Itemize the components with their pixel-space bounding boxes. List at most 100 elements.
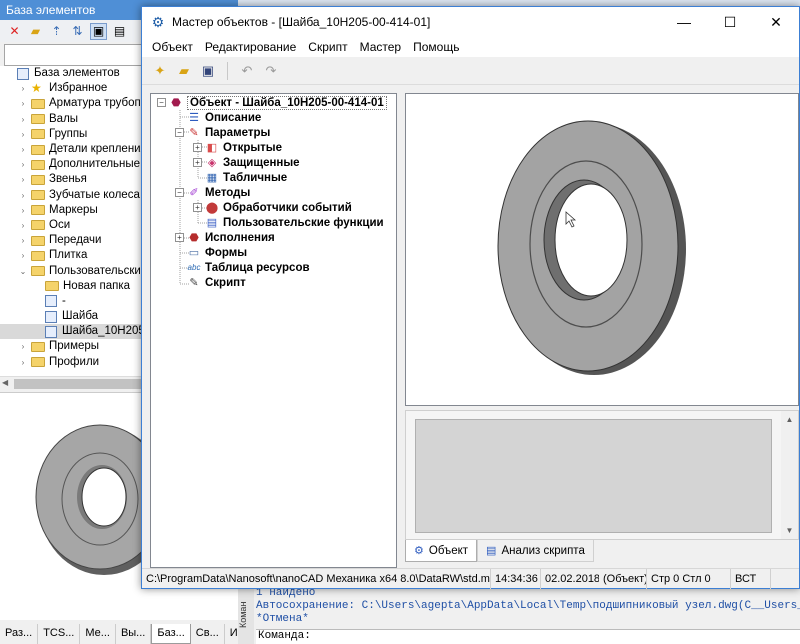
chevron-down-icon[interactable]: ⌄ [18,264,28,279]
tree-item-label: Открытые [223,141,283,154]
collapse-toggle[interactable]: − [175,128,184,137]
title-bar[interactable]: ⚙ Мастер объектов - [Шайба_10Н205-00-414… [142,7,799,37]
new-object-icon[interactable]: ✦ [150,61,170,81]
tree-item-label: Методы [205,186,251,199]
tree-item-script[interactable]: ✎ Скрипт [187,275,245,290]
panel-bottom-tabs: Раз...TCS...Ме...Вы...Баз...Св...Ист... [0,624,263,644]
tree-item-label: Дополнительные ба [49,158,156,171]
command-line: *Отмена* [256,613,309,625]
tree-item-event-handlers[interactable]: + ⬤ Обработчики событий [193,200,352,215]
undo-icon[interactable]: ↶ [237,61,257,81]
expand-toggle[interactable]: + [193,143,202,152]
tree-item-tabular-parameters[interactable]: ▦ Табличные [205,170,287,185]
collapse-toggle[interactable]: − [157,98,166,107]
move-up-icon[interactable]: ⇡ [48,23,65,40]
tab-label: Анализ скрипта [501,544,585,557]
preview-mode-icon[interactable]: ▤ [111,23,128,40]
scroll-down-icon[interactable]: ▼ [781,522,798,539]
washer-3d-image [497,120,686,375]
collapse-toggle[interactable]: − [175,188,184,197]
panel-tab[interactable]: Раз... [0,624,39,644]
folder-icon [31,341,45,352]
tree-item-description[interactable]: ☰ Описание [187,110,261,125]
panel-tab[interactable]: TCS... [38,624,81,644]
minimize-button[interactable]: — [661,7,707,37]
chevron-right-icon[interactable]: › [18,339,28,354]
scroll-left-icon[interactable]: ◀ [2,378,8,387]
command-input[interactable]: Команда: [256,629,800,644]
object-info-area [415,419,772,533]
folder-icon [31,235,45,246]
view-mode-icon[interactable]: ▣ [90,22,107,40]
open-folder-icon[interactable]: ▰ [174,61,194,81]
menu-script[interactable]: Скрипт [302,38,353,56]
vertical-scrollbar[interactable]: ▲ ▼ [781,411,798,539]
folder-icon [31,174,45,185]
save-icon[interactable]: ▣ [198,61,218,81]
command-line-area: Коман 1 найдено Автосохранение: C:\Users… [238,585,800,644]
chevron-right-icon[interactable]: › [18,127,28,142]
tree-item-label: Зубчатые колеса [49,188,140,201]
chevron-right-icon[interactable]: › [18,233,28,248]
folder-icon [31,114,45,125]
tree-item-root[interactable]: − ⬣ Объект - Шайба_10Н205-00-414-01 [157,95,387,110]
panel-tab[interactable]: Баз... [151,624,191,644]
redo-icon[interactable]: ↷ [261,61,281,81]
panel-tab[interactable]: Ме... [80,624,116,644]
chevron-right-icon[interactable]: › [18,142,28,157]
panel-tab[interactable]: Св... [191,624,225,644]
tree-item-label: База элементов [34,67,120,80]
folder-icon [31,98,45,109]
chevron-right-icon[interactable]: › [18,81,28,96]
chevron-right-icon[interactable]: › [18,96,28,111]
tree-item-forms[interactable]: ▭ Формы [187,245,247,260]
tab-object[interactable]: ⚙ Объект [405,540,478,562]
tab-script-analysis[interactable]: ▤ Анализ скрипта [477,540,594,562]
delete-icon[interactable]: ✕ [6,23,23,40]
status-time: 14:34:36 [491,568,541,589]
tree-item-user-functions[interactable]: ▤ Пользовательские функции [205,215,384,230]
chevron-right-icon[interactable]: › [18,172,28,187]
model-3d-viewer[interactable] [405,93,799,406]
command-history: 1 найдено Автосохранение: C:\Users\agept… [256,587,800,626]
chevron-right-icon[interactable]: › [18,248,28,263]
expand-toggle[interactable]: + [175,233,184,242]
scroll-up-icon[interactable]: ▲ [781,411,798,428]
window-title: Мастер объектов - [Шайба_10Н205-00-414-0… [172,15,431,29]
tree-item-executions[interactable]: + ⬣ Исполнения [175,230,275,245]
parameters-icon: ✎ [189,127,199,139]
menu-object[interactable]: Объект [146,38,199,56]
object-structure-tree: − ⬣ Объект - Шайба_10Н205-00-414-01 ☰ Оп… [150,93,397,568]
object-tab-icon: ⚙ [414,545,424,557]
filter-icon[interactable]: ⇅ [69,23,86,40]
panel-tab[interactable]: Вы... [116,624,152,644]
chevron-right-icon[interactable]: › [18,355,28,370]
folder-icon [31,190,45,201]
forms-icon: ▭ [188,247,200,259]
menu-wizard[interactable]: Мастер [354,38,408,56]
expand-toggle[interactable]: + [193,158,202,167]
tree-item-label: Шайба [62,310,99,323]
maximize-button[interactable]: ☐ [707,7,753,37]
chevron-right-icon[interactable]: › [18,157,28,172]
new-folder-icon[interactable]: ▰ [27,23,44,40]
menu-edit[interactable]: Редактирование [199,38,302,56]
expand-toggle[interactable]: + [193,203,202,212]
tab-label: Объект [428,544,469,557]
status-insert-mode: ВСТ [731,568,771,589]
tree-item-label: Звенья [49,173,87,186]
chevron-right-icon[interactable]: › [18,188,28,203]
star-icon: ★ [31,81,42,96]
menu-help[interactable]: Помощь [407,38,465,56]
tree-item-open-parameters[interactable]: + ◧ Открытые [193,140,282,155]
chevron-right-icon[interactable]: › [18,203,28,218]
script-analysis-icon: ▤ [486,545,497,557]
tree-item-resource-table[interactable]: abc Таблица ресурсов [187,260,310,275]
tree-item-protected-parameters[interactable]: + ◈ Защищенные [193,155,300,170]
chevron-right-icon[interactable]: › [18,218,28,233]
tree-item-label: Оси [49,218,71,231]
tree-item-parameters[interactable]: − ✎ Параметры [175,125,270,140]
close-button[interactable]: ✕ [753,7,799,37]
tree-item-methods[interactable]: − ✐ Методы [175,185,250,200]
chevron-right-icon[interactable]: › [18,112,28,127]
